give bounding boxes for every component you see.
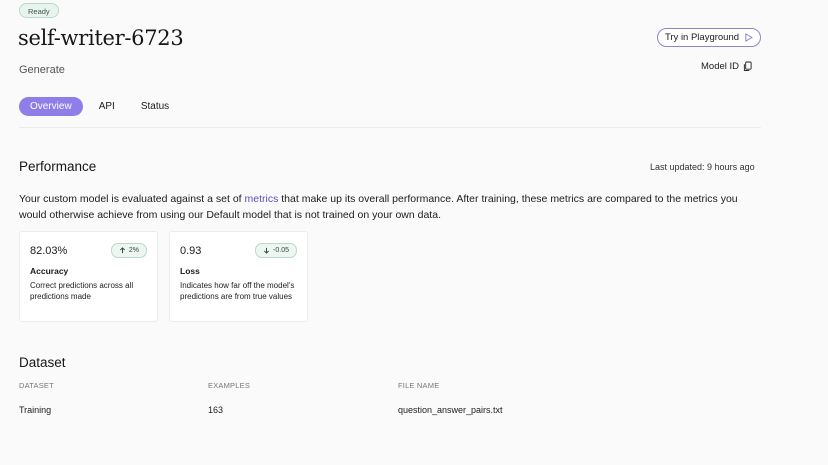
metric-label: Loss	[180, 266, 200, 276]
tab-overview[interactable]: Overview	[19, 97, 83, 116]
description-text-1: Your custom model is evaluated against a…	[19, 193, 245, 205]
copy-icon	[743, 61, 752, 71]
examples-count-cell: 163	[208, 405, 224, 415]
metric-delta-badge: -0.05	[255, 243, 297, 258]
page-title: self-writer-6723	[18, 26, 184, 50]
metrics-link[interactable]: metrics	[245, 193, 279, 205]
dataset-name-cell: Training	[19, 405, 52, 415]
column-header-examples: EXAMPLES	[208, 381, 251, 390]
arrow-down-icon	[264, 247, 270, 254]
metric-description: Correct predictions across all predictio…	[30, 281, 134, 301]
tab-bar: Overview API Status	[19, 97, 179, 116]
model-type: Generate	[19, 64, 65, 76]
try-button-label: Try in Playground	[664, 32, 740, 43]
metric-delta-badge: 2%	[110, 243, 147, 258]
tab-api[interactable]: API	[89, 97, 125, 116]
column-header-dataset: DATASET	[19, 381, 54, 390]
column-header-file-name: FILE NAME	[398, 381, 440, 390]
metric-delta-value: 2%	[128, 247, 139, 254]
tab-status[interactable]: Status	[131, 97, 179, 116]
metric-card-loss: 0.93 -0.05 Loss Indicates how far off th…	[169, 231, 308, 322]
metric-value: 82.03%	[30, 245, 68, 257]
try-in-playground-button[interactable]: Try in Playground	[657, 28, 761, 47]
play-icon	[745, 33, 753, 42]
model-id-label: Model ID	[701, 61, 740, 72]
metric-card-accuracy: 82.03% 2% Accuracy Correct predictions a…	[19, 231, 158, 322]
metric-delta-value: -0.05	[273, 247, 289, 254]
last-updated: Last updated: 9 hours ago	[650, 162, 755, 172]
status-badge: Ready	[19, 3, 59, 18]
arrow-up-icon	[119, 247, 125, 254]
performance-heading: Performance	[19, 159, 97, 174]
file-name-cell[interactable]: question_answer_pairs.txt	[398, 405, 503, 415]
divider	[19, 127, 761, 128]
metric-value: 0.93	[180, 245, 202, 257]
metric-label: Accuracy	[30, 266, 69, 276]
performance-description: Your custom model is evaluated against a…	[19, 191, 764, 223]
dataset-heading: Dataset	[19, 355, 66, 370]
model-id-button[interactable]: Model ID	[701, 61, 752, 72]
metric-description: Indicates how far off the model's predic…	[180, 281, 295, 301]
